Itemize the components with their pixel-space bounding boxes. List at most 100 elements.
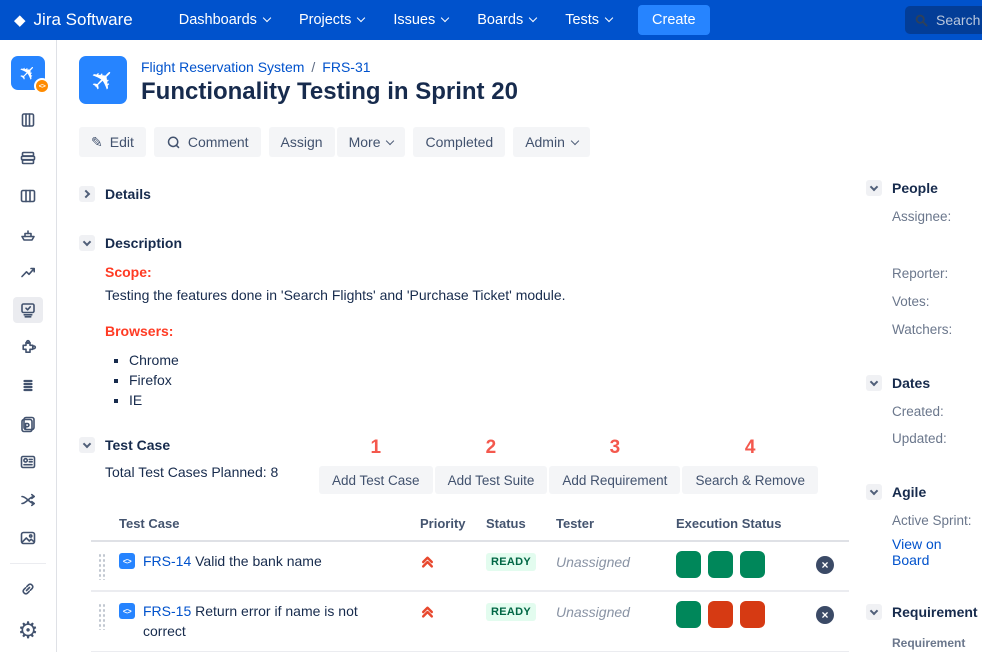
add-ons-icon[interactable] bbox=[13, 335, 43, 361]
menu-tests[interactable]: Tests bbox=[565, 12, 612, 28]
description-title: Description bbox=[105, 235, 182, 251]
execution-status-cell bbox=[676, 601, 801, 628]
contact-card-icon[interactable] bbox=[13, 449, 43, 475]
test-case-title: Test Case bbox=[105, 437, 170, 453]
assignee-label: Assignee: bbox=[892, 209, 982, 224]
menu-issues[interactable]: Issues bbox=[393, 12, 448, 28]
breadcrumb-issue-link[interactable]: FRS-31 bbox=[322, 59, 370, 75]
project-avatar[interactable]: ✈ <> bbox=[11, 56, 45, 90]
shuffle-icon[interactable] bbox=[13, 487, 43, 513]
test-case-table: Test Case Priority Status Tester Executi… bbox=[91, 516, 849, 652]
brand-name: Jira Software bbox=[34, 10, 133, 30]
description-expander[interactable] bbox=[79, 235, 95, 251]
backlog-icon[interactable] bbox=[13, 145, 43, 171]
column-tester: Tester bbox=[556, 516, 676, 531]
tester-value[interactable]: Unassigned bbox=[556, 551, 676, 570]
agile-expander[interactable] bbox=[866, 484, 882, 500]
add-test-suite-button[interactable]: Add Test Suite bbox=[435, 466, 548, 494]
execution-status-square-green[interactable] bbox=[740, 551, 765, 578]
total-test-cases-text: Total Test Cases Planned: 8 bbox=[105, 464, 319, 480]
browser-item: IE bbox=[129, 393, 860, 407]
browser-list: Chrome Firefox IE bbox=[129, 353, 860, 407]
description-section: Description Scope: Testing the features … bbox=[79, 235, 860, 407]
people-title: People bbox=[892, 180, 938, 196]
assign-button[interactable]: Assign bbox=[269, 127, 335, 157]
breadcrumb-separator: / bbox=[311, 59, 315, 75]
main-menu: Dashboards Projects Issues Boards Tests bbox=[179, 12, 612, 28]
issue-toolbar: ✎ Edit Comment Assign More Completed Adm… bbox=[79, 127, 860, 157]
execution-status-square-red[interactable] bbox=[708, 601, 733, 628]
requirement-expander[interactable] bbox=[866, 604, 882, 620]
settings-gear-icon[interactable]: ⚙ bbox=[18, 617, 39, 644]
chevron-down-icon bbox=[870, 378, 878, 386]
priority-high-icon bbox=[420, 554, 435, 569]
issue-key-link[interactable]: FRS-15 bbox=[143, 603, 191, 619]
remove-row-icon[interactable]: × bbox=[816, 556, 834, 574]
annotation-number-2: 2 bbox=[486, 437, 497, 460]
chevron-right-icon bbox=[82, 190, 90, 198]
more-button[interactable]: More bbox=[337, 127, 406, 157]
dates-expander[interactable] bbox=[866, 375, 882, 391]
project-sidebar: ✈ <> ⚙ bbox=[0, 40, 57, 652]
browser-item: Chrome bbox=[129, 353, 860, 367]
add-requirement-button[interactable]: Add Requirement bbox=[549, 466, 680, 494]
drag-handle-icon[interactable] bbox=[98, 603, 106, 630]
chevron-down-icon bbox=[529, 14, 537, 22]
jira-diamond-icon: ◆ bbox=[14, 13, 26, 28]
chevron-down-icon bbox=[870, 487, 878, 495]
details-section: Details bbox=[79, 186, 860, 202]
people-expander[interactable] bbox=[866, 180, 882, 196]
pages-icon[interactable] bbox=[13, 411, 43, 437]
media-icon[interactable] bbox=[13, 525, 43, 551]
issue-key-link[interactable]: FRS-14 bbox=[143, 553, 191, 569]
page-title: Functionality Testing in Sprint 20 bbox=[141, 78, 518, 106]
releases-icon[interactable] bbox=[13, 221, 43, 247]
column-status: Status bbox=[486, 516, 556, 531]
execution-status-square-green[interactable] bbox=[676, 601, 701, 628]
chevron-down-icon bbox=[83, 238, 91, 246]
drag-handle-icon[interactable] bbox=[98, 553, 106, 580]
search-input[interactable]: Search bbox=[905, 6, 982, 34]
tests-icon[interactable] bbox=[13, 297, 43, 323]
status-badge: READY bbox=[486, 603, 536, 621]
top-navbar: ◆ Jira Software Dashboards Projects Issu… bbox=[0, 0, 982, 40]
create-button[interactable]: Create bbox=[638, 5, 710, 35]
breadcrumb-project-link[interactable]: Flight Reservation System bbox=[141, 59, 304, 75]
table-row: <> FRS-15 Return error if name is not co… bbox=[91, 592, 849, 652]
watchers-label: Watchers: bbox=[892, 322, 982, 337]
created-label: Created: bbox=[892, 404, 982, 419]
breadcrumb: Flight Reservation System / FRS-31 bbox=[141, 59, 518, 75]
details-title: Details bbox=[105, 186, 151, 202]
menu-boards[interactable]: Boards bbox=[477, 12, 536, 28]
comment-button[interactable]: Comment bbox=[154, 127, 261, 157]
chevron-down-icon bbox=[357, 14, 365, 22]
links-icon[interactable] bbox=[13, 576, 43, 602]
admin-button[interactable]: Admin bbox=[513, 127, 590, 157]
sidebar-divider bbox=[10, 563, 46, 564]
table-row: <> FRS-14 Valid the bank name READY Unas… bbox=[91, 542, 849, 592]
remove-row-icon[interactable]: × bbox=[816, 606, 834, 624]
view-on-board-link[interactable]: View on Board bbox=[892, 536, 982, 568]
search-remove-button[interactable]: Search & Remove bbox=[682, 466, 818, 494]
edit-button[interactable]: ✎ Edit bbox=[79, 127, 146, 157]
execution-status-square-green[interactable] bbox=[708, 551, 733, 578]
execution-status-square-green[interactable] bbox=[676, 551, 701, 578]
list-icon[interactable] bbox=[13, 373, 43, 399]
execution-status-square-red[interactable] bbox=[740, 601, 765, 628]
menu-dashboards[interactable]: Dashboards bbox=[179, 12, 270, 28]
test-case-expander[interactable] bbox=[79, 437, 95, 453]
active-sprints-icon[interactable] bbox=[13, 183, 43, 209]
reports-icon[interactable] bbox=[13, 259, 43, 285]
details-expander[interactable] bbox=[79, 186, 95, 202]
scope-text: Testing the features done in 'Search Fli… bbox=[105, 287, 860, 303]
search-icon bbox=[914, 13, 929, 28]
search-placeholder: Search bbox=[936, 12, 980, 28]
versions-icon[interactable] bbox=[13, 107, 43, 133]
table-header: Test Case Priority Status Tester Executi… bbox=[91, 516, 849, 542]
menu-projects[interactable]: Projects bbox=[299, 12, 364, 28]
jira-logo[interactable]: ◆ Jira Software bbox=[14, 10, 133, 30]
add-test-case-button[interactable]: Add Test Case bbox=[319, 466, 433, 494]
column-test-case: Test Case bbox=[119, 516, 420, 531]
completed-button[interactable]: Completed bbox=[413, 127, 505, 157]
tester-value[interactable]: Unassigned bbox=[556, 601, 676, 620]
